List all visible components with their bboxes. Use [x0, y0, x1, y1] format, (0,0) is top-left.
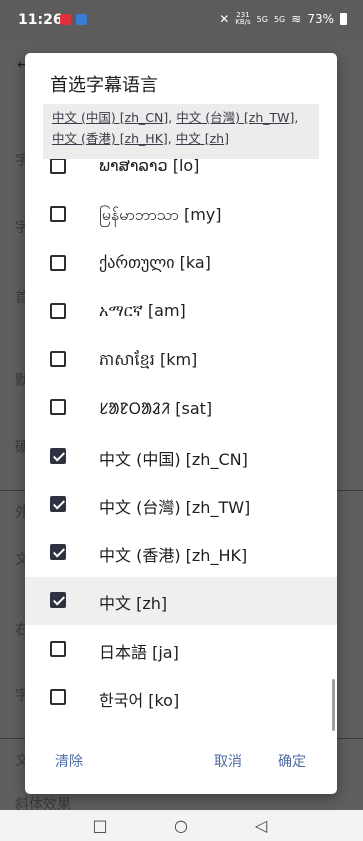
language-checkbox[interactable]	[50, 206, 66, 222]
language-checkbox[interactable]	[50, 544, 66, 560]
language-label: 한국어 [ko]	[99, 691, 180, 710]
language-checkbox[interactable]	[50, 496, 66, 512]
signal-5g-icon-1: 5G	[256, 14, 268, 24]
language-row[interactable]: 日本語 [ja]	[25, 626, 337, 674]
language-label: မြန်မာဘာသာ [my]	[99, 205, 222, 224]
language-label: ქართული [ka]	[99, 253, 211, 272]
dialog-actions: 清除 取消 确定	[25, 743, 337, 783]
language-checkbox[interactable]	[50, 641, 66, 657]
back-icon[interactable]: ◁	[252, 817, 270, 835]
language-row[interactable]: 中文 (台灣) [zh_TW]	[25, 481, 337, 529]
subtitle-language-dialog: 首选字幕语言 中文 (中国) [zh_CN], 中文 (台灣) [zh_TW],…	[25, 53, 337, 794]
language-label: ພາສາລາວ [lo]	[99, 159, 200, 175]
language-checkbox[interactable]	[50, 159, 66, 174]
language-checkbox[interactable]	[50, 592, 66, 608]
app-notification-icon	[60, 14, 71, 25]
network-speed: 231 KB/s	[235, 11, 251, 26]
status-time: 11:26	[18, 12, 63, 28]
language-label: ᱥᱟᱱᱛᱟᱲᱤ [sat]	[99, 399, 213, 418]
language-row[interactable]: 한국어 [ko]	[25, 674, 337, 722]
battery-level: 73%	[307, 12, 334, 26]
language-row[interactable]: ქართული [ka]	[25, 240, 337, 288]
language-label: አማርኛ [am]	[99, 301, 186, 320]
selected-languages-summary: 中文 (中国) [zh_CN], 中文 (台灣) [zh_TW], 中文 (香港…	[43, 104, 319, 159]
clear-button[interactable]: 清除	[55, 751, 83, 771]
language-row[interactable]: ພາສາລາວ [lo]	[25, 159, 337, 191]
app-notification-icon-2	[76, 14, 87, 25]
list-scrollbar[interactable]	[332, 679, 335, 731]
battery-icon	[340, 13, 347, 25]
language-row[interactable]: ᱥᱟᱱᱛᱟᱲᱤ [sat]	[25, 384, 337, 432]
language-row[interactable]: 中文 (香港) [zh_HK]	[25, 529, 337, 577]
language-checkbox[interactable]	[50, 255, 66, 271]
language-row[interactable]: 中文 (中国) [zh_CN]	[25, 433, 337, 481]
language-label: 中文 (台灣) [zh_TW]	[99, 498, 251, 517]
dialog-title: 首选字幕语言	[50, 75, 158, 96]
language-checkbox[interactable]	[50, 303, 66, 319]
summary-item: 中文 [zh]	[175, 131, 229, 146]
language-list[interactable]: ພາສາລາວ [lo] မြန်မာဘာသာ [my] ქართული [ka…	[25, 159, 337, 732]
system-nav-bar: □ ○ ◁	[0, 810, 363, 841]
language-row[interactable]: አማርኛ [am]	[25, 288, 337, 336]
home-icon[interactable]: ○	[172, 817, 190, 835]
signal-5g-icon-2: 5G	[273, 14, 286, 24]
language-row[interactable]: 中文 [zh]	[25, 577, 337, 625]
summary-item: 中文 (香港) [zh_HK]	[52, 131, 168, 146]
recents-icon[interactable]: □	[91, 817, 109, 835]
language-label: ភាសាខ្មែរ [km]	[99, 350, 198, 369]
cancel-button[interactable]: 取消	[214, 751, 242, 771]
summary-item: 中文 (台灣) [zh_TW]	[176, 110, 295, 125]
language-label: 中文 [zh]	[99, 594, 168, 613]
language-row[interactable]: ភាសាខ្មែរ [km]	[25, 336, 337, 384]
status-right: ✕ 231 KB/s 5G 5G ≋ 73%	[219, 12, 347, 26]
confirm-button[interactable]: 确定	[278, 751, 306, 771]
language-label: 中文 (香港) [zh_HK]	[99, 546, 248, 565]
mute-icon: ✕	[219, 12, 230, 26]
summary-item: 中文 (中国) [zh_CN]	[52, 110, 169, 125]
wifi-icon: ≋	[291, 12, 302, 26]
language-row[interactable]: မြန်မာဘာသာ [my]	[25, 191, 337, 239]
status-bar: 11:26 ✕ 231 KB/s 5G 5G ≋ 73%	[0, 0, 363, 42]
language-checkbox[interactable]	[50, 689, 66, 705]
language-checkbox[interactable]	[50, 351, 66, 367]
language-label: 中文 (中国) [zh_CN]	[99, 450, 248, 469]
language-checkbox[interactable]	[50, 399, 66, 415]
language-checkbox[interactable]	[50, 448, 66, 464]
language-label: 日本語 [ja]	[99, 643, 179, 662]
